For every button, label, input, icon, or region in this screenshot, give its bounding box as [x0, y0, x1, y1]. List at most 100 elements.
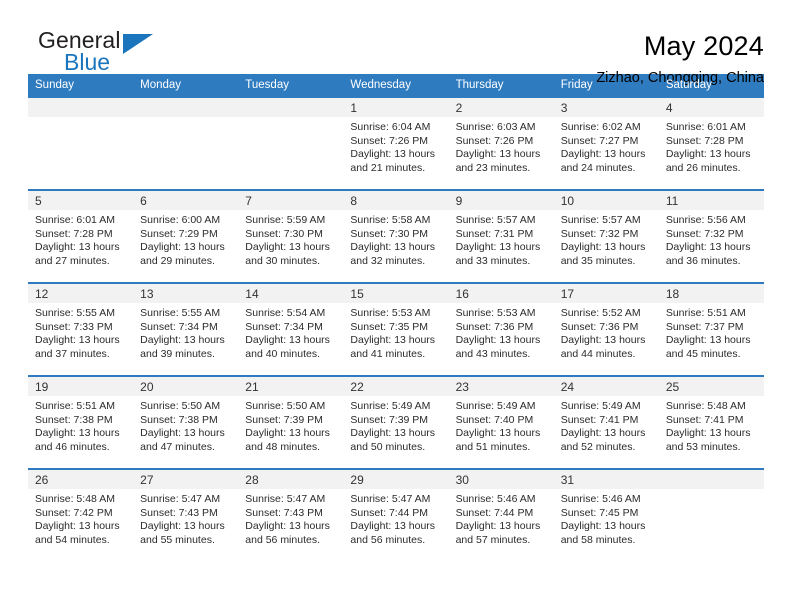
day-sunset-text: Sunset: 7:34 PM	[140, 320, 218, 333]
day-sunset-text: Sunset: 7:31 PM	[455, 227, 534, 240]
day-details: Sunrise: 5:57 AM Sunset: 7:31 PM Daylight:…	[449, 210, 554, 268]
calendar-day-cell[interactable]: 11 Sunrise: 5:56 AM Sunset: 7:32 PM Dayligh…	[658, 189, 764, 283]
calendar-day-cell-empty	[658, 468, 764, 561]
calendar-day-cell[interactable]: 1 Sunrise: 6:04 AM Sunset: 7:26 PM Daylight…	[343, 96, 449, 190]
day-daylight-2-text: and 27 minutes.	[35, 254, 110, 267]
day-details: Sunrise: 5:47 AM Sunset: 7:43 PM Daylight:…	[133, 489, 238, 547]
calendar-day-cell[interactable]: 21 Sunrise: 5:50 AM Sunset: 7:39 PM Dayligh…	[238, 375, 344, 469]
day-daylight-2-text: and 47 minutes.	[140, 440, 215, 453]
day-daylight-2-text: and 43 minutes.	[455, 347, 531, 360]
calendar-day-cell[interactable]: 23 Sunrise: 5:49 AM Sunset: 7:40 PM Dayligh…	[448, 375, 554, 469]
day-number: 31	[553, 470, 659, 489]
day-number: 19	[28, 377, 134, 396]
day-daylight-2-text: and 56 minutes.	[245, 533, 320, 546]
triangle-flag-icon	[123, 34, 153, 54]
day-sunrise-text: Sunrise: 5:56 AM	[665, 214, 746, 226]
day-daylight-2-text: and 39 minutes.	[140, 347, 215, 360]
calendar-day-cell[interactable]: 26 Sunrise: 5:48 AM Sunset: 7:42 PM Dayligh…	[28, 468, 134, 561]
day-daylight-2-text: and 58 minutes.	[560, 533, 636, 546]
day-sunset-text: Sunset: 7:27 PM	[560, 134, 639, 147]
day-number: 14	[238, 284, 344, 303]
day-sunrise-text: Sunrise: 6:04 AM	[350, 121, 431, 133]
day-details: Sunrise: 6:02 AM Sunset: 7:27 PM Daylight:…	[554, 117, 659, 175]
calendar-day-cell[interactable]: 27 Sunrise: 5:47 AM Sunset: 7:43 PM Dayligh…	[133, 468, 239, 561]
day-details: Sunrise: 5:50 AM Sunset: 7:38 PM Daylight:…	[133, 396, 238, 454]
calendar-day-cell[interactable]: 12 Sunrise: 5:55 AM Sunset: 7:33 PM Dayligh…	[28, 282, 134, 376]
day-details: Sunrise: 5:46 AM Sunset: 7:44 PM Daylight:…	[449, 489, 554, 547]
weekday-header-tuesday: Tuesday	[238, 74, 344, 97]
day-sunrise-text: Sunrise: 6:00 AM	[140, 214, 221, 226]
calendar-day-cell[interactable]: 10 Sunrise: 5:57 AM Sunset: 7:32 PM Dayligh…	[553, 189, 659, 283]
calendar-day-cell[interactable]: 18 Sunrise: 5:51 AM Sunset: 7:37 PM Dayligh…	[658, 282, 764, 376]
calendar-day-cell[interactable]: 15 Sunrise: 5:53 AM Sunset: 7:35 PM Dayligh…	[343, 282, 449, 376]
day-daylight-1-text: Daylight: 13 hours	[35, 241, 120, 254]
day-daylight-2-text: and 23 minutes.	[455, 161, 531, 174]
day-daylight-1-text: Daylight: 13 hours	[455, 334, 541, 347]
calendar-day-cell[interactable]: 7 Sunrise: 5:59 AM Sunset: 7:30 PM Daylight…	[238, 189, 344, 283]
day-number: 5	[28, 191, 134, 210]
calendar-day-cell[interactable]: 2 Sunrise: 6:03 AM Sunset: 7:26 PM Daylight…	[448, 96, 554, 190]
calendar-day-cell[interactable]: 24 Sunrise: 5:49 AM Sunset: 7:41 PM Dayligh…	[553, 375, 659, 469]
day-sunrise-text: Sunrise: 5:51 AM	[665, 307, 746, 319]
calendar-day-cell[interactable]: 13 Sunrise: 5:55 AM Sunset: 7:34 PM Dayligh…	[133, 282, 239, 376]
brand-logo[interactable]: General Blue	[28, 28, 178, 84]
calendar-day-cell[interactable]: 3 Sunrise: 6:02 AM Sunset: 7:27 PM Daylight…	[553, 96, 659, 190]
day-number	[238, 98, 344, 117]
day-daylight-1-text: Daylight: 13 hours	[350, 427, 436, 440]
calendar-day-cell[interactable]: 6 Sunrise: 6:00 AM Sunset: 7:29 PM Daylight…	[133, 189, 239, 283]
day-sunrise-text: Sunrise: 5:52 AM	[560, 307, 641, 319]
calendar-day-cell[interactable]: 20 Sunrise: 5:50 AM Sunset: 7:38 PM Dayligh…	[133, 375, 239, 469]
calendar-day-cell[interactable]: 16 Sunrise: 5:53 AM Sunset: 7:36 PM Dayligh…	[448, 282, 554, 376]
day-details: Sunrise: 5:55 AM Sunset: 7:34 PM Daylight:…	[133, 303, 238, 361]
calendar-day-cell[interactable]: 28 Sunrise: 5:47 AM Sunset: 7:43 PM Dayligh…	[238, 468, 344, 561]
calendar-day-cell[interactable]: 14 Sunrise: 5:54 AM Sunset: 7:34 PM Dayligh…	[238, 282, 344, 376]
day-daylight-1-text: Daylight: 13 hours	[140, 241, 225, 254]
calendar-day-cell[interactable]: 17 Sunrise: 5:52 AM Sunset: 7:36 PM Dayligh…	[553, 282, 659, 376]
day-sunrise-text: Sunrise: 5:58 AM	[350, 214, 431, 226]
day-details: Sunrise: 6:03 AM Sunset: 7:26 PM Daylight:…	[449, 117, 554, 175]
weekday-header-wednesday: Wednesday	[343, 74, 449, 97]
calendar-page: General Blue May 2024 Zizhao, Chongqing,…	[0, 0, 792, 612]
day-number: 4	[658, 98, 764, 117]
day-sunset-text: Sunset: 7:34 PM	[245, 320, 323, 333]
calendar-day-cell[interactable]: 25 Sunrise: 5:48 AM Sunset: 7:41 PM Dayligh…	[658, 375, 764, 469]
day-sunset-text: Sunset: 7:39 PM	[350, 413, 429, 426]
day-details: Sunrise: 6:01 AM Sunset: 7:28 PM Daylight:…	[28, 210, 133, 268]
calendar-day-cell[interactable]: 19 Sunrise: 5:51 AM Sunset: 7:38 PM Dayligh…	[28, 375, 134, 469]
calendar-day-cell[interactable]: 31 Sunrise: 5:46 AM Sunset: 7:45 PM Dayligh…	[553, 468, 659, 561]
day-daylight-1-text: Daylight: 13 hours	[35, 334, 120, 347]
day-sunrise-text: Sunrise: 6:01 AM	[665, 121, 746, 133]
day-daylight-1-text: Daylight: 13 hours	[245, 241, 330, 254]
day-sunrise-text: Sunrise: 5:48 AM	[35, 493, 115, 505]
calendar-day-cell[interactable]: 29 Sunrise: 5:47 AM Sunset: 7:44 PM Dayligh…	[343, 468, 449, 561]
day-details: Sunrise: 5:47 AM Sunset: 7:44 PM Daylight:…	[343, 489, 448, 547]
day-sunrise-text: Sunrise: 5:49 AM	[350, 400, 431, 412]
day-number: 26	[28, 470, 134, 489]
day-number: 18	[658, 284, 764, 303]
day-daylight-1-text: Daylight: 13 hours	[665, 334, 751, 347]
day-details: Sunrise: 5:52 AM Sunset: 7:36 PM Daylight:…	[554, 303, 659, 361]
day-daylight-2-text: and 55 minutes.	[140, 533, 215, 546]
day-details: Sunrise: 6:01 AM Sunset: 7:28 PM Daylight:…	[659, 117, 764, 175]
calendar-day-cell[interactable]: 4 Sunrise: 6:01 AM Sunset: 7:28 PM Daylight…	[658, 96, 764, 190]
calendar-day-cell[interactable]: 5 Sunrise: 6:01 AM Sunset: 7:28 PM Daylight…	[28, 189, 134, 283]
day-daylight-1-text: Daylight: 13 hours	[245, 334, 330, 347]
day-daylight-1-text: Daylight: 13 hours	[665, 148, 751, 161]
calendar-day-cell[interactable]: 9 Sunrise: 5:57 AM Sunset: 7:31 PM Daylight…	[448, 189, 554, 283]
day-sunset-text: Sunset: 7:44 PM	[350, 506, 429, 519]
day-daylight-1-text: Daylight: 13 hours	[455, 427, 541, 440]
calendar-day-cell[interactable]: 30 Sunrise: 5:46 AM Sunset: 7:44 PM Dayligh…	[448, 468, 554, 561]
day-daylight-1-text: Daylight: 13 hours	[455, 520, 541, 533]
day-daylight-2-text: and 29 minutes.	[140, 254, 215, 267]
day-daylight-1-text: Daylight: 13 hours	[245, 520, 330, 533]
day-daylight-2-text: and 50 minutes.	[350, 440, 426, 453]
day-daylight-2-text: and 36 minutes.	[665, 254, 741, 267]
day-details: Sunrise: 5:49 AM Sunset: 7:39 PM Daylight:…	[343, 396, 448, 454]
day-daylight-1-text: Daylight: 13 hours	[35, 427, 120, 440]
calendar-day-cell[interactable]: 22 Sunrise: 5:49 AM Sunset: 7:39 PM Dayligh…	[343, 375, 449, 469]
day-number: 6	[133, 191, 239, 210]
day-daylight-2-text: and 46 minutes.	[35, 440, 110, 453]
day-sunset-text: Sunset: 7:36 PM	[560, 320, 639, 333]
day-sunrise-text: Sunrise: 5:46 AM	[560, 493, 641, 505]
calendar-day-cell[interactable]: 8 Sunrise: 5:58 AM Sunset: 7:30 PM Daylight…	[343, 189, 449, 283]
